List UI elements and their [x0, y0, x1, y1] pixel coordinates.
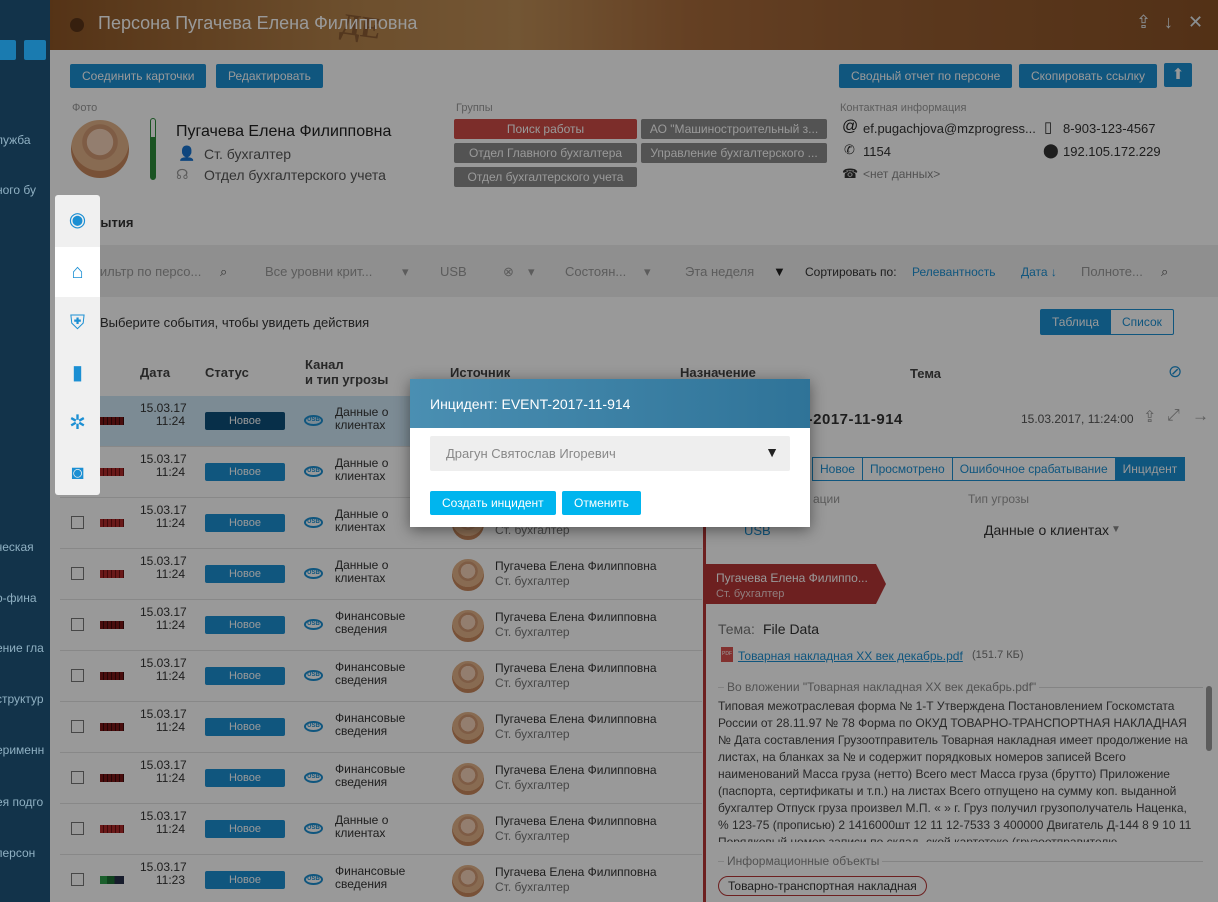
cancel-button[interactable]: Отменить — [562, 491, 641, 515]
bg-sidebar-item: персон — [0, 846, 36, 860]
building-icon[interactable]: ⌂ — [55, 247, 100, 297]
bg-button — [24, 40, 46, 60]
assignee-value: Драгун Святослав Игоревич — [446, 446, 616, 461]
bg-sidebar-item: о-фина — [0, 591, 37, 605]
network-icon[interactable]: ✲ — [55, 398, 100, 448]
user-icon[interactable]: ◉ — [55, 195, 100, 245]
shield-icon[interactable]: ⛨ — [55, 298, 100, 348]
create-incident-button[interactable]: Создать инцидент — [430, 491, 556, 515]
bg-button — [0, 40, 16, 60]
modal-title: Инцидент: EVENT-2017-11-914 — [410, 379, 810, 428]
person-window: ДЕ Персона Пугачева Елена Филипповна ⇪ ↓… — [50, 0, 1218, 902]
bg-sidebar-item: структур — [0, 692, 44, 706]
chevron-down-icon: ▼ — [765, 444, 779, 460]
bg-sidebar-item: ея подго — [0, 795, 44, 809]
side-icon-bar: ◉ ⌂ ⛨ ▮ ✲ ◙ — [55, 195, 100, 495]
background-sidebar: лужба ного бу ческая о-фина ение гла стр… — [0, 0, 50, 902]
bg-sidebar-item: ение гла — [0, 641, 44, 655]
bg-sidebar-item: лужба — [0, 133, 31, 147]
bg-sidebar-item: ерименн — [0, 743, 45, 757]
assignee-select[interactable]: Драгун Святослав Игоревич ▼ — [430, 436, 790, 471]
bg-sidebar-item: ческая — [0, 540, 34, 554]
incident-modal: Инцидент: EVENT-2017-11-914 Драгун Свято… — [410, 379, 810, 527]
bg-sidebar-item: ного бу — [0, 183, 37, 197]
camera-icon[interactable]: ◙ — [55, 448, 100, 498]
document-icon[interactable]: ▮ — [55, 348, 100, 398]
